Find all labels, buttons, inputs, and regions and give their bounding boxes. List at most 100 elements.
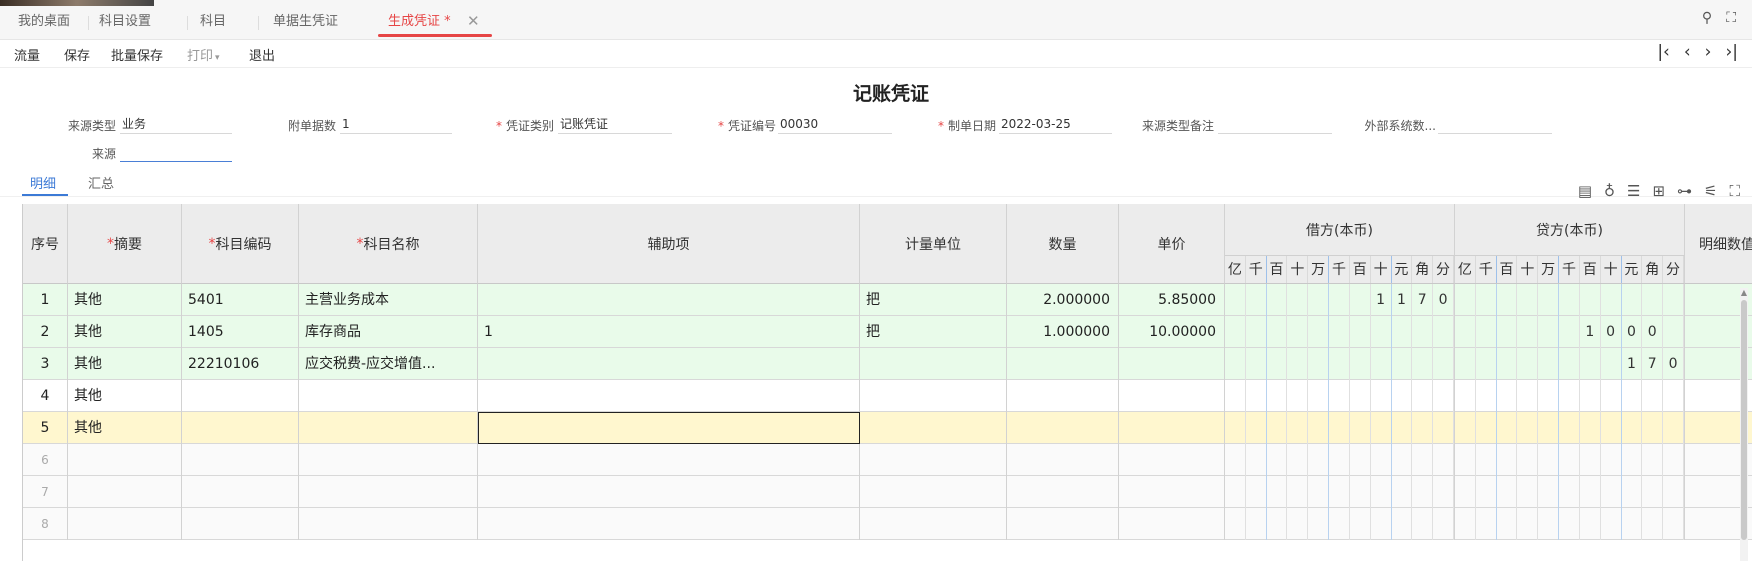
last-record-icon[interactable]: ›| [1725, 42, 1738, 62]
cell-price[interactable] [1119, 444, 1225, 476]
cell-qty[interactable] [1007, 508, 1119, 540]
cell-price[interactable]: 5.85000 [1119, 284, 1225, 316]
credit-amount-cell[interactable] [1455, 444, 1685, 476]
next-record-icon[interactable]: › [1705, 42, 1712, 62]
cell-aux[interactable] [478, 284, 860, 316]
credit-amount-cell[interactable] [1455, 284, 1685, 316]
cell-qty[interactable] [1007, 412, 1119, 444]
batch-save-button[interactable]: 批量保存 [111, 45, 163, 64]
attachments-field[interactable]: 1 [340, 116, 452, 134]
link-icon[interactable]: ⊶ [1677, 182, 1692, 200]
calculator-icon[interactable]: ▤ [1578, 182, 1592, 200]
columns-settings-icon[interactable]: ⚟ [1704, 182, 1717, 200]
exit-button[interactable]: 退出 [249, 45, 275, 64]
money-bag-icon[interactable]: ♁ [1604, 182, 1615, 200]
debit-amount-cell[interactable] [1225, 348, 1455, 380]
table-row[interactable]: 2 其他 1405 库存商品 1 把 1.000000 10.00000 1 0 0 0 [23, 316, 1752, 348]
cell-name[interactable] [299, 476, 478, 508]
credit-amount-cell[interactable] [1455, 476, 1685, 508]
tab-summary[interactable]: 汇总 [88, 173, 114, 192]
external-system-field[interactable] [1438, 116, 1552, 134]
save-button[interactable]: 保存 [64, 45, 90, 64]
credit-amount-cell[interactable] [1455, 508, 1685, 540]
source-remark-field[interactable] [1218, 116, 1332, 134]
tab-desktop[interactable]: 我的桌面 [18, 12, 70, 32]
cell-price[interactable] [1119, 412, 1225, 444]
credit-amount-cell[interactable]: 1000 [1455, 316, 1685, 348]
table-row[interactable]: 1 其他 5401 主营业务成本把 2.000000 5.85000 1 1 7 0 [23, 284, 1752, 316]
table-row[interactable]: 4 其他 [23, 380, 1752, 412]
source-type-field[interactable]: 业务 [120, 116, 232, 134]
date-field[interactable]: 2022-03-25 [999, 116, 1112, 134]
cell-code[interactable] [182, 508, 299, 540]
cell-unit[interactable]: 把 [860, 316, 1007, 348]
cell-unit[interactable]: 把 [860, 284, 1007, 316]
cell-aux[interactable] [478, 380, 860, 412]
cell-code[interactable]: 1405 [182, 316, 299, 348]
close-icon[interactable]: ✕ [467, 12, 480, 30]
cell-code[interactable] [182, 412, 299, 444]
tab-subject-settings[interactable]: 科目设置 [99, 12, 151, 32]
cell-summary[interactable] [68, 508, 182, 540]
cell-code[interactable]: 22210106 [182, 348, 299, 380]
cell-qty[interactable] [1007, 348, 1119, 380]
table-row[interactable]: 5 其他 [23, 412, 1752, 444]
debit-amount-cell[interactable] [1225, 316, 1455, 348]
fullscreen-icon[interactable]: ⛶ [1726, 10, 1736, 26]
cell-qty[interactable] [1007, 444, 1119, 476]
cell-unit[interactable] [860, 380, 1007, 412]
vertical-scrollbar[interactable]: ▲ [1740, 288, 1748, 561]
credit-amount-cell[interactable] [1455, 412, 1685, 444]
cell-name[interactable] [299, 412, 478, 444]
cell-unit[interactable] [860, 508, 1007, 540]
table-row[interactable]: 3 其他 22210106 应交税费-应交增值... 1 7 0 [23, 348, 1752, 380]
cell-qty[interactable]: 1.000000 [1007, 316, 1119, 348]
cell-qty[interactable] [1007, 380, 1119, 412]
tab-document-voucher[interactable]: 单据生凭证 [273, 12, 338, 32]
cell-unit[interactable] [860, 348, 1007, 380]
layout-icon[interactable]: ⊞ [1652, 182, 1665, 200]
cell-qty[interactable]: 2.000000 [1007, 284, 1119, 316]
cell-price[interactable]: 10.00000 [1119, 316, 1225, 348]
debit-amount-cell[interactable]: 1170 [1225, 284, 1455, 316]
tab-generate-voucher[interactable]: 生成凭证 * [388, 12, 451, 32]
cell-aux[interactable] [478, 476, 860, 508]
search-icon[interactable]: ⚲ [1702, 10, 1712, 26]
cell-name[interactable] [299, 380, 478, 412]
debit-amount-cell[interactable] [1225, 444, 1455, 476]
debit-amount-cell[interactable] [1225, 412, 1455, 444]
credit-amount-cell[interactable]: 170 [1455, 348, 1685, 380]
table-row[interactable]: 8 [23, 508, 1752, 540]
debit-amount-cell[interactable] [1225, 508, 1455, 540]
first-record-icon[interactable]: |‹ [1657, 42, 1670, 62]
source-field[interactable] [120, 144, 232, 162]
cell-code[interactable] [182, 476, 299, 508]
cell-code[interactable] [182, 380, 299, 412]
cell-summary[interactable]: 其他 [68, 316, 182, 348]
cell-price[interactable] [1119, 476, 1225, 508]
cell-aux[interactable] [478, 444, 860, 476]
cell-name[interactable]: 主营业务成本 [299, 284, 478, 316]
cell-summary[interactable] [68, 476, 182, 508]
cell-qty[interactable] [1007, 476, 1119, 508]
print-button[interactable]: 打印 ▾ [187, 45, 220, 64]
prev-record-icon[interactable]: ‹ [1684, 42, 1691, 62]
cell-price[interactable] [1119, 348, 1225, 380]
cell-summary[interactable]: 其他 [68, 348, 182, 380]
scrollbar-thumb[interactable] [1741, 300, 1747, 540]
tab-detail[interactable]: 明细 [30, 173, 56, 192]
cell-name[interactable] [299, 444, 478, 476]
tab-subject[interactable]: 科目 [200, 12, 226, 32]
table-row[interactable]: 7 [23, 476, 1752, 508]
table-row[interactable]: 6 [23, 444, 1752, 476]
debit-amount-cell[interactable] [1225, 476, 1455, 508]
list-icon[interactable]: ☰ [1627, 182, 1640, 200]
cell-name[interactable]: 库存商品 [299, 316, 478, 348]
cell-code[interactable] [182, 444, 299, 476]
cell-aux[interactable]: 1 [478, 316, 860, 348]
scroll-up-icon[interactable]: ▲ [1740, 288, 1748, 297]
cell-summary[interactable]: 其他 [68, 380, 182, 412]
flow-button[interactable]: 流量 [14, 45, 40, 64]
voucher-no-field[interactable]: 00030 [778, 116, 892, 134]
cell-unit[interactable] [860, 476, 1007, 508]
